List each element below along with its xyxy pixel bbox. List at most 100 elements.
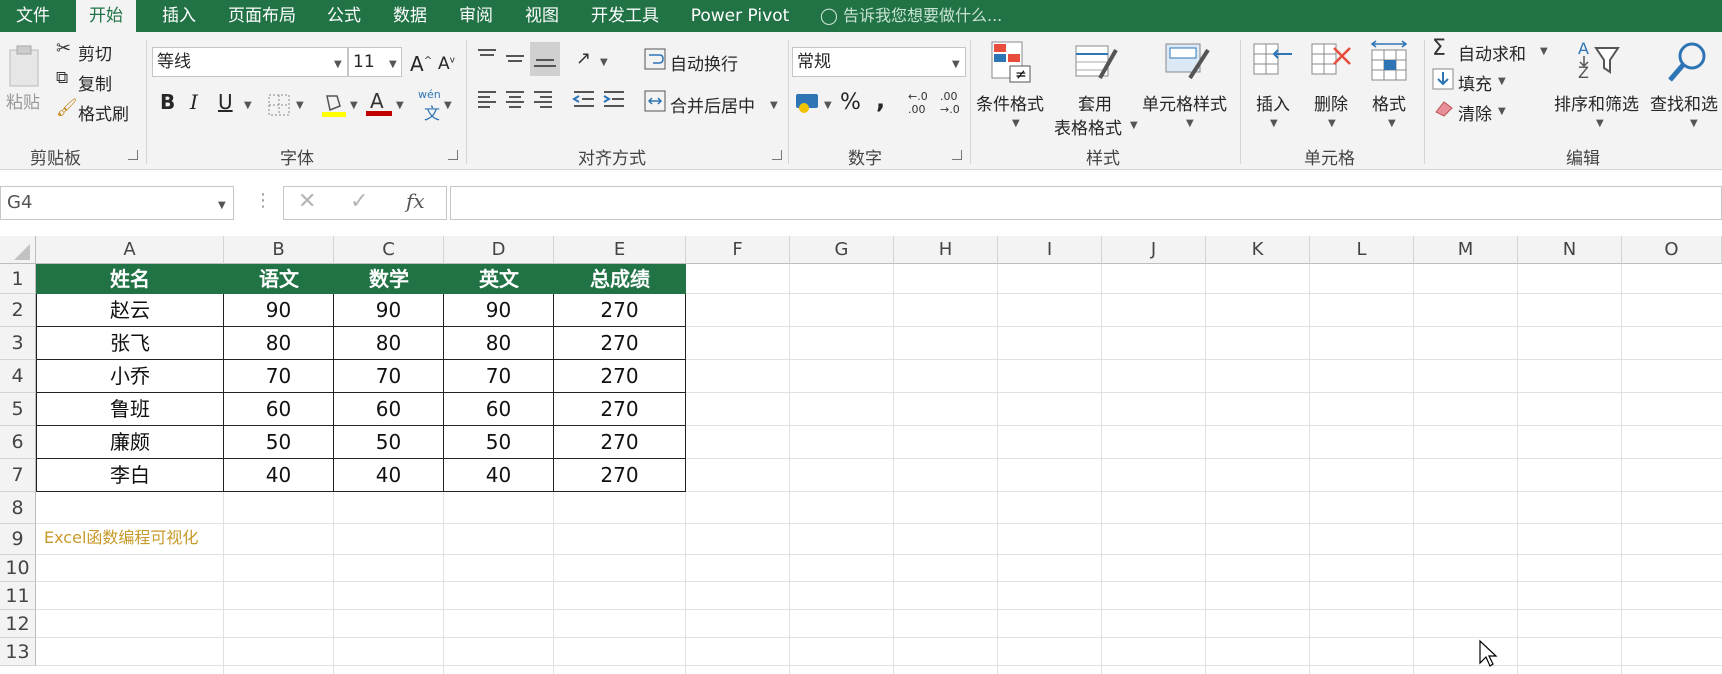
merge-center-button[interactable]: 合并后居中 (670, 92, 755, 117)
find-select-button[interactable]: 查找和选 (1650, 90, 1718, 115)
more-vertical-icon[interactable]: ⋮ (254, 190, 272, 211)
format-painter-button[interactable]: 格式刷 (78, 100, 129, 125)
accounting-format-icon[interactable] (794, 90, 824, 118)
font-launcher-icon[interactable] (448, 150, 458, 160)
shrink-font-icon[interactable]: Av (438, 54, 455, 74)
row-header-1[interactable]: 1 (0, 264, 36, 294)
column-header-i[interactable]: I (998, 236, 1102, 264)
table-cell[interactable]: 270 (554, 393, 686, 426)
name-box[interactable]: G4 (0, 186, 234, 220)
bold-button[interactable]: B (160, 90, 175, 114)
clear-button[interactable]: 清除 (1458, 100, 1492, 125)
table-header-cell[interactable]: 总成绩 (554, 264, 686, 294)
column-header-m[interactable]: M (1414, 236, 1518, 264)
alignment-launcher-icon[interactable] (772, 150, 782, 160)
table-header-cell[interactable]: 语文 (224, 264, 334, 294)
column-header-j[interactable]: J (1102, 236, 1206, 264)
tab-home[interactable]: 开始 (76, 0, 136, 32)
tab-file[interactable]: 文件 (0, 0, 66, 32)
column-header-h[interactable]: H (894, 236, 998, 264)
column-header-c[interactable]: C (334, 236, 444, 264)
sort-filter-button[interactable]: 排序和筛选 (1554, 90, 1639, 115)
table-cell[interactable]: 40 (224, 459, 334, 492)
table-cell[interactable]: 270 (554, 327, 686, 360)
enter-check-icon[interactable]: ✓ (350, 189, 368, 214)
table-cell[interactable]: 70 (224, 360, 334, 393)
cut-button[interactable]: 剪切 (78, 40, 112, 65)
number-format-combo[interactable]: 常规 (792, 47, 966, 77)
paste-icon[interactable] (6, 40, 46, 94)
table-cell[interactable]: 赵云 (36, 294, 224, 327)
number-launcher-icon[interactable] (952, 150, 962, 160)
row-header-11[interactable]: 11 (0, 582, 36, 610)
format-cells-button[interactable]: 格式 (1372, 90, 1406, 115)
wrap-text-button[interactable]: 自动换行 (670, 50, 738, 75)
table-cell[interactable]: 270 (554, 294, 686, 327)
row-header-2[interactable]: 2 (0, 294, 36, 327)
table-cell[interactable]: 廉颇 (36, 426, 224, 459)
table-cell[interactable]: 90 (224, 294, 334, 327)
table-cell[interactable]: 270 (554, 360, 686, 393)
column-header-g[interactable]: G (790, 236, 894, 264)
align-center-icon[interactable] (504, 88, 526, 114)
row-header-5[interactable]: 5 (0, 393, 36, 426)
column-header-n[interactable]: N (1518, 236, 1622, 264)
insert-cells-button[interactable]: 插入 (1256, 90, 1290, 115)
table-cell[interactable]: 鲁班 (36, 393, 224, 426)
grow-font-icon[interactable]: A^ (410, 52, 432, 76)
cell-styles-button[interactable]: 单元格样式 (1142, 90, 1227, 115)
align-middle-icon[interactable] (504, 46, 526, 72)
copy-button[interactable]: 复制 (78, 70, 112, 95)
borders-icon[interactable] (268, 94, 290, 120)
tab-power-pivot[interactable]: Power Pivot (680, 0, 800, 32)
comma-style-button[interactable]: , (876, 86, 885, 114)
row-header-6[interactable]: 6 (0, 426, 36, 459)
font-name-combo[interactable]: 等线 (152, 47, 348, 77)
conditional-formatting-button[interactable]: 条件格式 (976, 90, 1044, 115)
select-all-corner[interactable] (0, 236, 36, 264)
column-header-o[interactable]: O (1622, 236, 1722, 264)
tab-review[interactable]: 审阅 (444, 0, 508, 32)
paste-label[interactable]: 粘贴 (6, 88, 40, 113)
table-header-cell[interactable]: 姓名 (36, 264, 224, 294)
column-header-l[interactable]: L (1310, 236, 1414, 264)
formula-input[interactable] (450, 186, 1722, 220)
table-cell[interactable]: 40 (444, 459, 554, 492)
row-header-13[interactable]: 13 (0, 638, 36, 666)
italic-button[interactable]: I (190, 90, 198, 114)
insert-function-icon[interactable]: fx (406, 189, 425, 213)
align-left-icon[interactable] (476, 88, 498, 114)
percent-style-button[interactable]: % (840, 90, 861, 115)
tab-formulas[interactable]: 公式 (312, 0, 376, 32)
tab-insert[interactable]: 插入 (146, 0, 212, 32)
align-top-icon[interactable] (476, 46, 498, 72)
row-header-9[interactable]: 9 (0, 524, 36, 555)
table-cell[interactable]: 40 (334, 459, 444, 492)
row-header-7[interactable]: 7 (0, 459, 36, 492)
table-cell[interactable]: 50 (224, 426, 334, 459)
underline-button[interactable]: U (218, 90, 233, 114)
table-cell[interactable]: 90 (444, 294, 554, 327)
column-header-k[interactable]: K (1206, 236, 1310, 264)
fill-color-icon[interactable] (322, 92, 346, 122)
column-header-a[interactable]: A (36, 236, 224, 264)
clipboard-launcher-icon[interactable] (128, 150, 138, 160)
row-header-4[interactable]: 4 (0, 360, 36, 393)
tab-developer[interactable]: 开发工具 (580, 0, 670, 32)
tab-view[interactable]: 视图 (510, 0, 574, 32)
cancel-icon[interactable]: ✕ (298, 189, 316, 214)
tell-me-box[interactable]: ◯ 告诉我您想要做什么... (820, 0, 1002, 32)
chevron-down-icon[interactable]: ▼ (218, 200, 226, 211)
table-header-cell[interactable]: 数学 (334, 264, 444, 294)
fill-button[interactable]: 填充 (1458, 70, 1492, 95)
format-as-table-line2[interactable]: 表格格式 (1054, 114, 1122, 139)
row-header-3[interactable]: 3 (0, 327, 36, 360)
row-header-12[interactable]: 12 (0, 610, 36, 638)
table-cell[interactable]: 60 (224, 393, 334, 426)
column-header-d[interactable]: D (444, 236, 554, 264)
table-cell[interactable]: 50 (444, 426, 554, 459)
decrease-indent-icon[interactable] (572, 88, 596, 114)
tab-page-layout[interactable]: 页面布局 (218, 0, 306, 32)
table-cell[interactable]: 60 (334, 393, 444, 426)
orientation-icon[interactable]: ↗ (576, 48, 591, 69)
